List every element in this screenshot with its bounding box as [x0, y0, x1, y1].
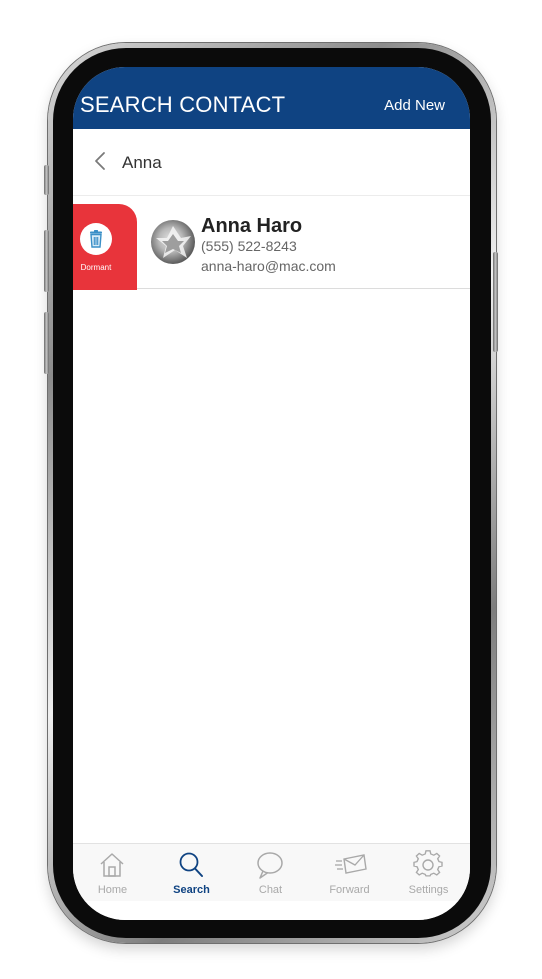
tab-home-label: Home: [97, 884, 128, 896]
avatar-image: [156, 226, 191, 258]
home-indicator-area: [73, 901, 470, 920]
tab-forward[interactable]: Forward: [310, 844, 389, 902]
tab-chat-label: Chat: [258, 884, 283, 896]
trash-icon: [90, 230, 102, 248]
tab-home[interactable]: Home: [73, 844, 152, 902]
volume-down-button: [44, 312, 49, 374]
avatar: [151, 220, 195, 264]
tab-bar: Home Search Chat Forward Settings: [73, 843, 470, 902]
app-header: SEARCH CONTACT Add New: [73, 67, 470, 129]
gear-icon: [413, 850, 443, 877]
contact-phone: (555) 522-8243: [201, 238, 297, 254]
tab-search-label: Search: [173, 884, 210, 896]
search-bar[interactable]: Anna: [73, 129, 470, 196]
volume-up-button: [44, 230, 49, 292]
add-new-button[interactable]: Add New: [384, 97, 445, 114]
tab-forward-label: Forward: [329, 884, 370, 896]
contact-email: anna-haro@mac.com: [201, 258, 336, 274]
home-icon: [100, 853, 124, 877]
power-button: [493, 252, 498, 352]
tab-chat[interactable]: Chat: [231, 844, 310, 902]
contact-list-item[interactable]: Anna Haro (555) 522-8243 anna-haro@mac.c…: [137, 204, 470, 289]
dormant-action-button[interactable]: Dormant: [73, 204, 137, 290]
tab-settings-label: Settings: [408, 884, 449, 896]
forward-mail-icon: [335, 854, 367, 874]
contact-name: Anna Haro: [201, 215, 303, 237]
chat-bubble-icon: [257, 852, 283, 879]
chevron-left-icon[interactable]: [93, 151, 109, 171]
tab-search[interactable]: Search: [152, 844, 231, 902]
page-stage: SEARCH CONTACT Add New Anna Dormant Anna…: [0, 0, 542, 979]
phone-screen: SEARCH CONTACT Add New Anna Dormant Anna…: [73, 67, 470, 920]
tab-settings[interactable]: Settings: [389, 844, 468, 902]
page-title: SEARCH CONTACT: [80, 92, 286, 117]
dormant-label: Dormant: [80, 263, 112, 272]
search-input[interactable]: Anna: [122, 153, 162, 173]
silent-switch: [44, 165, 49, 195]
search-icon: [179, 852, 203, 877]
trash-icon-circle: [80, 223, 112, 255]
